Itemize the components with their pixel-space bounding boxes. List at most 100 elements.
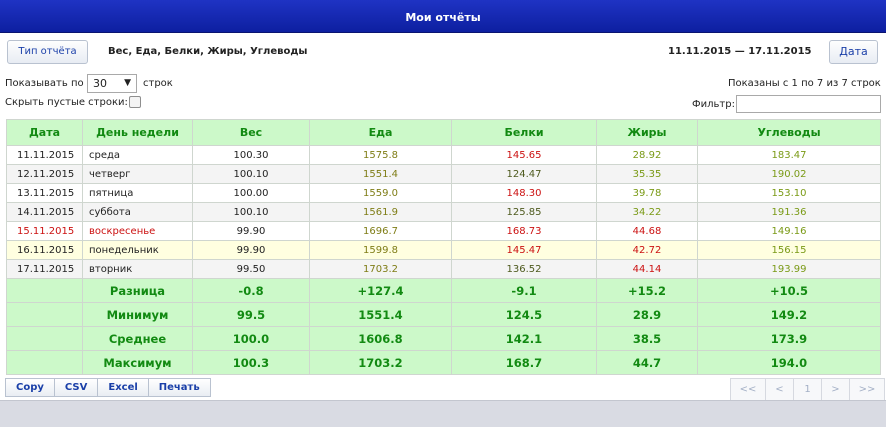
cell-fat: 28.92 [596,145,698,165]
summary-weight: 100.0 [192,326,310,351]
cell-date: 11.11.2015 [6,145,83,165]
report-columns-text: Вес, Еда, Белки, Жиры, Углеводы [108,46,308,57]
cell-weekday: суббота [82,202,193,222]
csv-button[interactable]: CSV [53,378,99,397]
col-header-carbs[interactable]: Углеводы [697,119,881,146]
cell-fat: 44.14 [596,259,698,279]
table-row: 11.11.2015 среда 100.30 1575.8 145.65 28… [6,145,881,165]
summary-carbs: 173.9 [697,326,881,351]
cell-food: 1599.8 [309,240,452,260]
page-size-select[interactable]: 30 ▼ [87,74,137,93]
col-header-date[interactable]: Дата [6,119,83,146]
filter-label: Фильтр: [692,99,735,110]
cell-food: 1551.4 [309,164,452,184]
cell-fat: 34.22 [596,202,698,222]
table-row: 12.11.2015 четверг 100.10 1551.4 124.47 … [6,164,881,184]
cell-carbs: 191.36 [697,202,881,222]
excel-button[interactable]: Excel [97,378,149,397]
pagination: << < 1 > >> [730,378,885,401]
report-type-button[interactable]: Тип отчёта [7,40,88,64]
page-1-button[interactable]: 1 [793,378,822,401]
summary-protein: 142.1 [451,326,597,351]
prev-page-button[interactable]: < [765,378,794,401]
cell-protein: 148.30 [451,183,597,203]
cell-protein: 145.47 [451,240,597,260]
summary-label: Минимум [82,302,193,327]
chevron-down-icon: ▼ [124,78,131,88]
table-header-row: Дата День недели Вес Еда Белки Жиры Угле… [6,119,881,146]
summary-spacer [6,278,83,303]
summary-fat: 28.9 [596,302,698,327]
cell-food: 1561.9 [309,202,452,222]
summary-spacer [6,302,83,327]
report-table: Дата День недели Вес Еда Белки Жиры Угле… [6,119,881,375]
col-header-food[interactable]: Еда [309,119,452,146]
cell-protein: 125.85 [451,202,597,222]
page-size-suffix: строк [143,78,173,89]
summary-fat: 44.7 [596,350,698,375]
filter-input[interactable] [736,95,881,113]
cell-weight: 100.30 [192,145,310,165]
window-title: Мои отчёты [0,0,886,33]
cell-date: 16.11.2015 [6,240,83,260]
col-header-weekday[interactable]: День недели [82,119,193,146]
table-row: 13.11.2015 пятница 100.00 1559.0 148.30 … [6,183,881,203]
summary-food: 1703.2 [309,350,452,375]
cell-protein: 145.65 [451,145,597,165]
hide-empty-checkbox[interactable] [129,96,141,108]
cell-weekday: воскресенье [82,221,193,241]
cell-weight: 99.90 [192,221,310,241]
cell-food: 1559.0 [309,183,452,203]
rows-info: Показаны с 1 по 7 из 7 строк [728,78,881,89]
summary-row-average: Среднее 100.0 1606.8 142.1 38.5 173.9 [6,326,881,351]
summary-label: Среднее [82,326,193,351]
col-header-protein[interactable]: Белки [451,119,597,146]
date-button[interactable]: Дата [829,40,878,64]
summary-weight: 100.3 [192,350,310,375]
table-row: 14.11.2015 суббота 100.10 1561.9 125.85 … [6,202,881,222]
summary-protein: 124.5 [451,302,597,327]
cell-weight: 99.90 [192,240,310,260]
summary-row-minimum: Минимум 99.5 1551.4 124.5 28.9 149.2 [6,302,881,327]
cell-weekday: среда [82,145,193,165]
summary-spacer [6,350,83,375]
first-page-button[interactable]: << [730,378,766,401]
summary-row-difference: Разница -0.8 +127.4 -9.1 +15.2 +10.5 [6,278,881,303]
cell-protein: 124.47 [451,164,597,184]
cell-carbs: 153.10 [697,183,881,203]
cell-carbs: 156.15 [697,240,881,260]
cell-fat: 42.72 [596,240,698,260]
summary-fat: 38.5 [596,326,698,351]
cell-fat: 35.35 [596,164,698,184]
cell-carbs: 149.16 [697,221,881,241]
col-header-fat[interactable]: Жиры [596,119,698,146]
copy-button[interactable]: Copy [5,378,55,397]
cell-date: 14.11.2015 [6,202,83,222]
cell-food: 1696.7 [309,221,452,241]
cell-weight: 100.10 [192,202,310,222]
cell-weekday: понедельник [82,240,193,260]
table-row: 15.11.2015 воскресенье 99.90 1696.7 168.… [6,221,881,241]
hide-empty-label: Скрыть пустые строки: [5,97,128,108]
last-page-button[interactable]: >> [849,378,885,401]
report-panel: Тип отчёта Вес, Еда, Белки, Жиры, Углево… [0,33,886,401]
cell-date: 13.11.2015 [6,183,83,203]
cell-weight: 99.50 [192,259,310,279]
summary-food: 1551.4 [309,302,452,327]
cell-date: 17.11.2015 [6,259,83,279]
summary-food: 1606.8 [309,326,452,351]
cell-fat: 39.78 [596,183,698,203]
page-size-value: 30 [93,77,107,90]
page-size-prefix: Показывать по [5,78,84,89]
cell-protein: 168.73 [451,221,597,241]
print-button[interactable]: Печать [147,378,211,397]
col-header-weight[interactable]: Вес [192,119,310,146]
summary-spacer [6,326,83,351]
summary-carbs: 194.0 [697,350,881,375]
summary-label: Максимум [82,350,193,375]
summary-carbs: +10.5 [697,278,881,303]
next-page-button[interactable]: > [821,378,850,401]
cell-carbs: 183.47 [697,145,881,165]
cell-fat: 44.68 [596,221,698,241]
cell-weight: 100.00 [192,183,310,203]
